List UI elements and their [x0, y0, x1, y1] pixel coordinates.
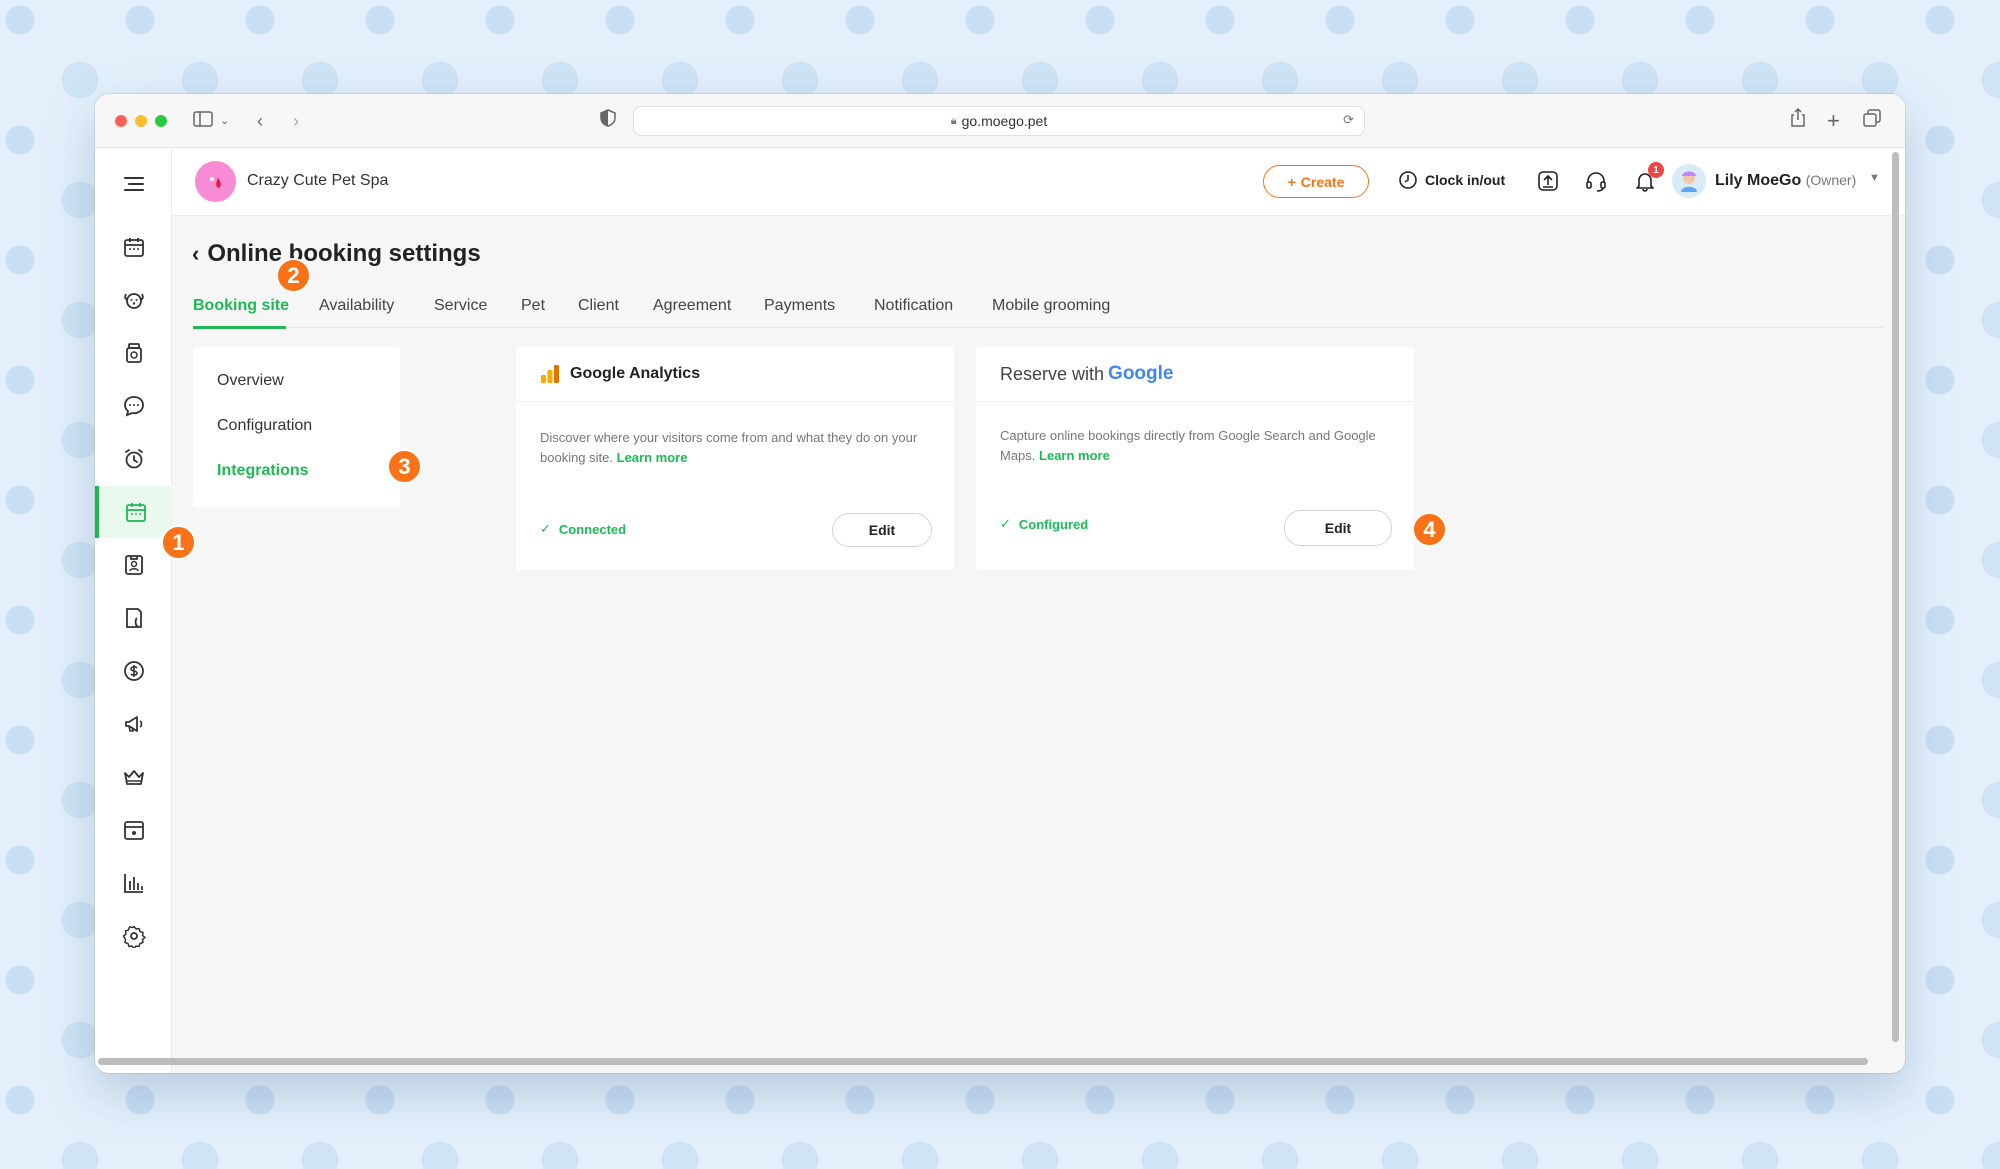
card-title-prefix: Reserve with — [1000, 363, 1105, 384]
user-name[interactable]: Lily MoeGo (Owner) — [1715, 172, 1856, 190]
notification-badge: 1 — [1648, 162, 1664, 178]
notification-bell-icon[interactable]: 1 — [1632, 162, 1664, 194]
url-text: go.moego.pet — [961, 113, 1048, 129]
clock-in-out-button[interactable]: Clock in/out — [1398, 170, 1505, 190]
check-icon: ✓ — [1000, 516, 1011, 531]
tab-notification[interactable]: Notification — [874, 297, 953, 315]
status-text: Connected — [558, 521, 627, 537]
schedule-icon[interactable] — [95, 804, 172, 856]
reserve-with-google-card: Reserve with Google Capture online booki… — [976, 347, 1414, 570]
calendar-icon[interactable] — [95, 221, 172, 273]
settings-icon[interactable] — [95, 910, 172, 962]
tab-service[interactable]: Service — [434, 297, 487, 315]
card-header: Google Analytics — [516, 347, 954, 402]
clock-icon — [1399, 171, 1417, 189]
create-button[interactable]: + Create — [1263, 165, 1369, 198]
tabs-overview-icon[interactable] — [1863, 108, 1881, 134]
jar-icon[interactable] — [95, 327, 172, 379]
active-tab-indicator — [193, 326, 286, 329]
edit-button[interactable]: Edit — [1284, 510, 1392, 546]
status-connected: ✓ Connected — [540, 521, 626, 537]
menu-item-configuration[interactable]: Configuration — [217, 417, 312, 435]
menu-item-integrations[interactable]: Integrations — [217, 462, 309, 480]
learn-more-link[interactable]: Learn more — [1039, 448, 1110, 463]
menu-item-overview[interactable]: Overview — [217, 372, 284, 390]
tab-client[interactable]: Client — [578, 297, 619, 315]
menu-icon[interactable] — [95, 158, 172, 210]
page-title-text: Online booking settings — [207, 240, 481, 267]
pet-icon[interactable] — [95, 274, 172, 326]
forward-icon[interactable]: › — [293, 108, 299, 134]
back-icon[interactable]: ‹ — [257, 108, 263, 134]
tab-agreement[interactable]: Agreement — [653, 297, 731, 315]
tab-payments[interactable]: Payments — [764, 297, 835, 315]
crown-icon[interactable] — [95, 751, 172, 803]
lock-icon: 🔒︎ — [950, 114, 957, 127]
step-marker-2: 2 — [276, 258, 311, 293]
status-configured: ✓ Configured — [1000, 516, 1088, 532]
booking-site-menu: Overview Configuration Integrations — [193, 347, 400, 507]
edit-button[interactable]: Edit — [832, 513, 932, 547]
main-content: Crazy Cute Pet Spa + Create Clock in/out… — [161, 148, 1905, 1073]
learn-more-link[interactable]: Learn more — [617, 450, 688, 465]
step-marker-4: 4 — [1412, 512, 1447, 547]
tab-booking-site[interactable]: Booking site — [193, 297, 289, 315]
create-label: Create — [1300, 173, 1345, 190]
back-chevron-icon[interactable]: ‹ — [192, 241, 199, 267]
headset-icon[interactable] — [1583, 168, 1609, 194]
card-header: Reserve with Google — [976, 347, 1414, 402]
browser-window: ⌄ ‹ › 🔒︎ go.moego.pet ⟳ + Crazy Cute Pet… — [95, 94, 1905, 1073]
share-icon[interactable] — [1790, 107, 1806, 135]
dollar-icon[interactable] — [95, 645, 172, 697]
app-sidebar — [95, 148, 172, 1073]
vertical-scrollbar[interactable] — [1892, 152, 1899, 1042]
booking-calendar-icon[interactable] — [95, 486, 172, 538]
google-analytics-card: Google Analytics Discover where your vis… — [516, 347, 954, 570]
minimize-window-button[interactable] — [135, 115, 147, 127]
sidebar-toggle-icon[interactable] — [193, 108, 213, 134]
zoom-window-button[interactable] — [155, 115, 167, 127]
upload-icon[interactable] — [1535, 168, 1561, 194]
browser-toolbar: ⌄ ‹ › 🔒︎ go.moego.pet ⟳ + — [95, 94, 1905, 148]
card-description: Capture online bookings directly from Go… — [1000, 426, 1390, 466]
card-description: Discover where your visitors come from a… — [540, 428, 930, 468]
business-avatar[interactable] — [195, 161, 236, 202]
settings-tabs: Booking site Availability Service Pet Cl… — [193, 288, 1883, 329]
staff-badge-icon[interactable] — [95, 539, 172, 591]
address-bar[interactable]: 🔒︎ go.moego.pet ⟳ — [633, 106, 1365, 136]
app-header: Crazy Cute Pet Spa + Create Clock in/out… — [172, 148, 1905, 216]
shield-icon[interactable] — [600, 108, 616, 134]
step-marker-3: 3 — [387, 449, 422, 484]
reload-icon[interactable]: ⟳ — [1343, 112, 1354, 128]
horizontal-scrollbar[interactable] — [98, 1058, 1868, 1065]
new-tab-icon[interactable]: + — [1827, 108, 1840, 134]
invoice-icon[interactable] — [95, 592, 172, 644]
close-window-button[interactable] — [115, 115, 127, 127]
user-role: (Owner) — [1805, 172, 1857, 188]
reports-icon[interactable] — [95, 857, 172, 909]
tab-pet[interactable]: Pet — [521, 297, 545, 315]
card-description-text: Discover where your visitors come from a… — [540, 430, 918, 465]
check-icon: ✓ — [540, 521, 551, 536]
megaphone-icon[interactable] — [95, 698, 172, 750]
status-text: Configured — [1018, 516, 1089, 532]
user-name-text: Lily MoeGo — [1715, 172, 1802, 189]
caret-down-icon[interactable]: ▼ — [1869, 172, 1880, 184]
step-marker-1: 1 — [161, 525, 196, 560]
tab-mobile-grooming[interactable]: Mobile grooming — [992, 297, 1110, 315]
tab-availability[interactable]: Availability — [319, 297, 394, 315]
chat-icon[interactable] — [95, 380, 172, 432]
alarm-icon[interactable] — [95, 433, 172, 485]
plus-icon: + — [1287, 173, 1296, 190]
google-analytics-icon — [541, 365, 559, 383]
page-title: ‹ Online booking settings — [192, 240, 481, 268]
business-name[interactable]: Crazy Cute Pet Spa — [247, 172, 388, 190]
google-logo: Google — [1108, 363, 1174, 384]
card-title: Google Analytics — [570, 365, 701, 382]
clock-label: Clock in/out — [1425, 172, 1506, 188]
user-avatar[interactable] — [1672, 164, 1706, 198]
chevron-down-icon[interactable]: ⌄ — [220, 108, 229, 134]
